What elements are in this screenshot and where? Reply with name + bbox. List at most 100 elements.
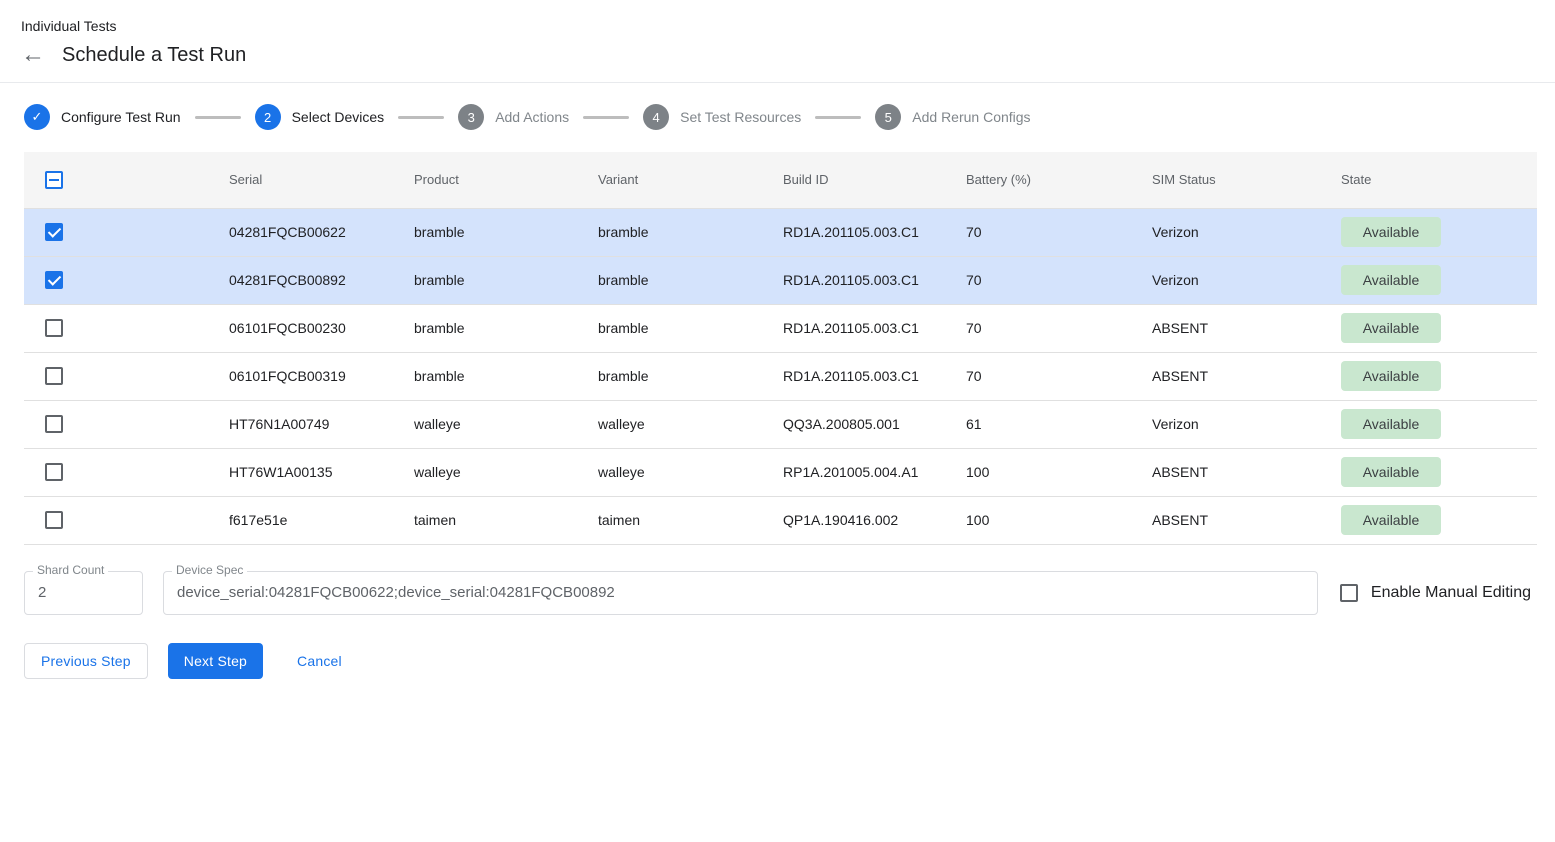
column-header-variant: Variant [598,152,783,208]
cell-variant: bramble [598,352,783,400]
enable-manual-editing-label: Enable Manual Editing [1371,584,1531,602]
device-spec-value: device_serial:04281FQCB00622;device_seri… [177,584,615,601]
cell-sim-status: ABSENT [1152,352,1341,400]
action-bar: Previous Step Next Step Cancel [24,643,1531,679]
cell-variant: bramble [598,304,783,352]
table-row[interactable]: f617e51e taimen taimen QP1A.190416.002 1… [24,496,1537,544]
cell-sim-status: Verizon [1152,256,1341,304]
previous-step-button[interactable]: Previous Step [24,643,148,679]
cell-sim-status: ABSENT [1152,304,1341,352]
cell-battery: 70 [966,256,1152,304]
cell-sim-status: ABSENT [1152,496,1341,544]
status-badge: Available [1341,409,1441,439]
row-checkbox[interactable] [45,367,63,385]
cell-build-id: QP1A.190416.002 [783,496,966,544]
step-number-badge: 4 [643,104,669,130]
cell-variant: bramble [598,256,783,304]
status-badge: Available [1341,265,1441,295]
step-label: Add Actions [495,109,569,125]
column-header-state: State [1341,152,1537,208]
column-header-serial: Serial [229,152,414,208]
cell-serial: HT76N1A00749 [229,400,414,448]
cell-product: taimen [414,496,598,544]
enable-manual-editing-checkbox[interactable] [1340,584,1358,602]
cell-variant: bramble [598,208,783,256]
page-header: Individual Tests ← Schedule a Test Run [0,0,1555,83]
column-header-product: Product [414,152,598,208]
row-checkbox[interactable] [45,415,63,433]
stepper-step[interactable]: 2 Select Devices [181,104,385,130]
cell-battery: 100 [966,496,1152,544]
select-all-checkbox[interactable] [45,171,63,189]
table-row[interactable]: 06101FQCB00319 bramble bramble RD1A.2011… [24,352,1537,400]
cell-variant: walleye [598,448,783,496]
cell-build-id: RD1A.201105.003.C1 [783,256,966,304]
shard-count-field[interactable]: Shard Count 2 [24,571,143,615]
cell-sim-status: Verizon [1152,208,1341,256]
row-checkbox[interactable] [45,223,63,241]
status-badge: Available [1341,361,1441,391]
table-row[interactable]: 06101FQCB00230 bramble bramble RD1A.2011… [24,304,1537,352]
cell-serial: HT76W1A00135 [229,448,414,496]
row-checkbox[interactable] [45,511,63,529]
table-header-row: Serial Product Variant Build ID Battery … [24,152,1537,208]
table-row[interactable]: HT76W1A00135 walleye walleye RP1A.201005… [24,448,1537,496]
cell-build-id: RD1A.201105.003.C1 [783,304,966,352]
cell-serial: 06101FQCB00230 [229,304,414,352]
cell-battery: 70 [966,208,1152,256]
cell-serial: f617e51e [229,496,414,544]
column-header-sim-status: SIM Status [1152,152,1341,208]
column-header-build-id: Build ID [783,152,966,208]
step-number-badge: 2 [255,104,281,130]
device-table: Serial Product Variant Build ID Battery … [24,152,1537,545]
cell-product: bramble [414,208,598,256]
stepper-step[interactable]: ✓ Configure Test Run [24,104,181,130]
cell-product: walleye [414,448,598,496]
cell-product: bramble [414,256,598,304]
step-label: Select Devices [292,109,385,125]
cell-battery: 61 [966,400,1152,448]
table-row[interactable]: 04281FQCB00892 bramble bramble RD1A.2011… [24,256,1537,304]
cancel-button[interactable]: Cancel [281,643,358,679]
table-row[interactable]: 04281FQCB00622 bramble bramble RD1A.2011… [24,208,1537,256]
stepper-step[interactable]: 5 Add Rerun Configs [801,104,1030,130]
cell-battery: 70 [966,352,1152,400]
step-label: Configure Test Run [61,109,181,125]
cell-battery: 100 [966,448,1152,496]
device-spec-label: Device Spec [172,563,247,577]
step-number-badge: 3 [458,104,484,130]
column-header-battery: Battery (%) [966,152,1152,208]
cell-battery: 70 [966,304,1152,352]
cell-sim-status: ABSENT [1152,448,1341,496]
status-badge: Available [1341,457,1441,487]
step-label: Set Test Resources [680,109,801,125]
status-badge: Available [1341,505,1441,535]
cell-serial: 06101FQCB00319 [229,352,414,400]
row-checkbox[interactable] [45,319,63,337]
row-checkbox[interactable] [45,463,63,481]
shard-count-label: Shard Count [33,563,108,577]
cell-serial: 04281FQCB00622 [229,208,414,256]
cell-product: bramble [414,304,598,352]
enable-manual-editing-toggle: Enable Manual Editing [1340,584,1531,602]
next-step-button[interactable]: Next Step [168,643,263,679]
table-row[interactable]: HT76N1A00749 walleye walleye QQ3A.200805… [24,400,1537,448]
page-title: Schedule a Test Run [62,44,246,67]
status-badge: Available [1341,313,1441,343]
stepper-step[interactable]: 3 Add Actions [384,104,569,130]
cell-build-id: RP1A.201005.004.A1 [783,448,966,496]
stepper: ✓ Configure Test Run 2 Select Devices 3 … [24,104,1531,130]
stepper-step[interactable]: 4 Set Test Resources [569,104,801,130]
cell-build-id: QQ3A.200805.001 [783,400,966,448]
back-arrow-icon[interactable]: ← [21,43,45,67]
row-checkbox[interactable] [45,271,63,289]
shard-count-value: 2 [38,584,46,601]
cell-build-id: RD1A.201105.003.C1 [783,352,966,400]
cell-variant: walleye [598,400,783,448]
status-badge: Available [1341,217,1441,247]
title-row: ← Schedule a Test Run [21,43,1531,82]
cell-product: bramble [414,352,598,400]
cell-serial: 04281FQCB00892 [229,256,414,304]
step-number-badge: ✓ [24,104,50,130]
device-spec-field[interactable]: Device Spec device_serial:04281FQCB00622… [163,571,1318,615]
